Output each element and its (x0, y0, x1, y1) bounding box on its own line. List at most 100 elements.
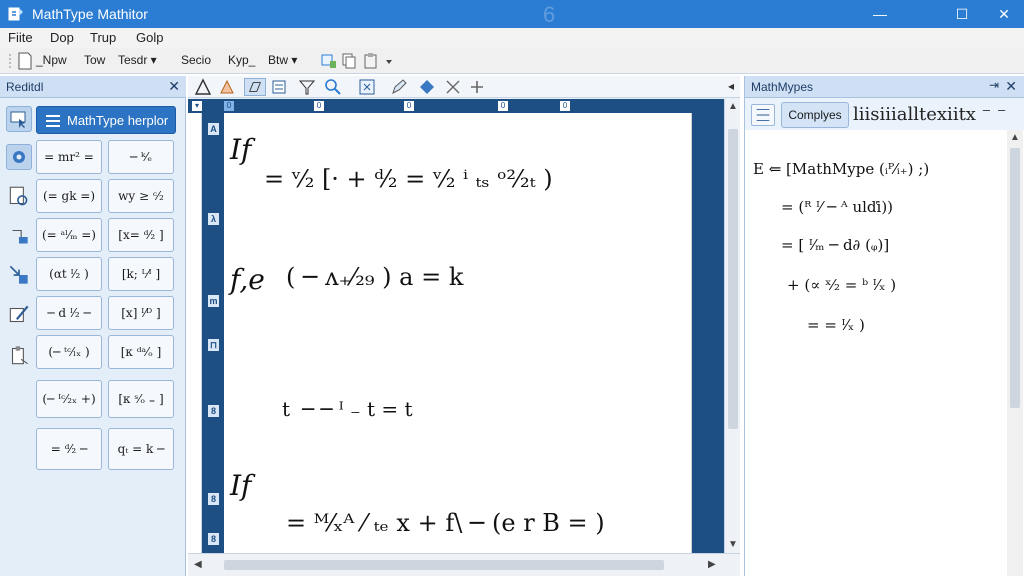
template-item[interactable]: qₜ = k ─ (108, 428, 174, 470)
search-doc-icon[interactable] (6, 184, 32, 210)
vruler-marker: λ (208, 213, 219, 225)
panel-overflow-text: liisiiialltexiitx ⁻ ⁻ (853, 104, 1007, 125)
insert-object-icon[interactable] (320, 52, 338, 70)
toolbar-kyp[interactable]: Kyp_ (228, 53, 255, 67)
toolbar-new[interactable]: _Npw (36, 53, 67, 67)
side-tool-settings[interactable] (6, 144, 32, 170)
scroll-down-arrow-icon[interactable]: ▼ (728, 539, 738, 550)
pin-icon[interactable]: ⇥ (989, 78, 999, 92)
filter-icon[interactable] (298, 78, 316, 96)
tab-complyes[interactable]: Complyes (781, 102, 849, 128)
template-item[interactable]: ─ d ᴵ⁄₂ ─ (36, 296, 102, 330)
paint-icon[interactable] (218, 78, 236, 96)
mathtypes-vscroll-thumb[interactable] (1010, 148, 1020, 408)
shape-tool-icon[interactable] (244, 78, 266, 96)
paste-dropdown-icon[interactable] (362, 52, 394, 70)
mathtypes-panel-close-icon[interactable]: ✕ (1005, 78, 1017, 95)
mathtypes-tab-row: Complyes liisiiialltexiitx ⁻ ⁻ (745, 98, 1024, 130)
helper-button-label: MathType herplor (67, 113, 169, 128)
close-button[interactable]: ✕ (982, 0, 1024, 28)
expand-arrows-icon[interactable] (6, 262, 32, 288)
toolbar-grip-icon (9, 54, 11, 68)
scissors-icon[interactable] (444, 78, 462, 96)
edit-pencil-icon[interactable] (6, 302, 32, 328)
mathtype-line[interactable]: = (ᴿ ᴵ⁄ ─ ᴬ ulďi)) (781, 198, 893, 216)
edit-icon[interactable] (390, 78, 408, 96)
screen-cursor-icon (10, 111, 26, 128)
vruler-marker: 8 (208, 405, 219, 417)
templates-panel-header: Reditdl ✕ (0, 76, 186, 98)
template-item[interactable]: ─ ᵏ⁄ₑ (108, 140, 174, 174)
template-item[interactable]: [κ ᵈᵃ⁄ₒ ] (108, 335, 174, 369)
editor-hscroll-thumb[interactable] (224, 560, 664, 570)
mathtype-line[interactable]: = = ᴵ⁄ₓ ) (807, 316, 865, 334)
editor-horizontal-scrollbar[interactable]: ◀ ▶ (188, 553, 740, 576)
equation-document[interactable]: If = ᵛ⁄₂ [· + ᵈ⁄₂ = ᵛ⁄₂ ⁱ ₜₛ ᵒ²⁄₂ₜ ) f,e… (224, 113, 692, 553)
layout-list-icon[interactable] (751, 104, 775, 126)
search-icon[interactable] (324, 78, 342, 96)
clipboard-icon[interactable] (6, 342, 32, 368)
mathtype-line[interactable]: = [ ᴵ⁄ₘ ─ d∂ (ᵩ)] (781, 236, 889, 254)
menu-item-file[interactable]: Fiite (8, 30, 33, 45)
equation-1-body[interactable]: = ᵛ⁄₂ [· + ᵈ⁄₂ = ᵛ⁄₂ ⁱ ₜₛ ᵒ²⁄₂ₜ ) (264, 165, 553, 193)
template-item[interactable]: (─ ᵗᶜ⁄ₗₓ ) (36, 335, 102, 369)
toolbar-tow[interactable]: Tow (84, 53, 105, 67)
menu-item-help[interactable]: Golp (136, 30, 163, 45)
template-item[interactable]: wy ≥ ᶜ⁄₂ (108, 179, 174, 213)
toolbar-secio[interactable]: Secio (181, 53, 211, 67)
editor-vscroll-thumb[interactable] (728, 129, 738, 429)
diamond-icon[interactable] (418, 78, 436, 96)
toolbar-tesdr[interactable]: Tesdr ▾ (118, 53, 157, 67)
template-item[interactable]: (= ᵃˡ⁄ₘ =) (36, 218, 102, 252)
triangle-warning-icon[interactable] (194, 78, 212, 96)
template-item[interactable]: [k; ᴸ⁄ᴵ ] (108, 257, 174, 291)
scroll-up-arrow-icon[interactable]: ▲ (728, 101, 738, 112)
cursor-select-icon[interactable] (6, 224, 32, 250)
templates-panel: Reditdl ✕ MathType herplor = mr² = ─ ᵏ⁄ₑ… (0, 76, 186, 576)
mathtype-helper-button[interactable]: MathType herplor (36, 106, 176, 134)
scroll-left-arrow-icon[interactable]: ◀ (194, 559, 202, 570)
copy-icon[interactable] (340, 52, 358, 70)
maximize-button[interactable]: ☐ (940, 0, 984, 28)
template-item[interactable]: (αt ᴵ⁄₂ ) (36, 257, 102, 291)
side-tool-screen[interactable] (6, 106, 32, 132)
toolbar-btw[interactable]: Btw ▾ (268, 53, 297, 67)
menu-bar: Fiite Dop Trup Golp (0, 28, 1024, 48)
equation-2-body[interactable]: ( ─ ᴧ₊⁄₂₉ ) a = k (286, 263, 463, 291)
vruler-marker: A (208, 123, 219, 135)
format-icon[interactable] (270, 78, 288, 96)
mathtype-line[interactable]: + (∝ ˣ⁄₂ = ᵇ ᴵ⁄ₓ ) (787, 276, 896, 294)
vertical-ruler: A λ m ⊓ 8 8 8 (202, 113, 224, 553)
plus-icon[interactable] (468, 78, 486, 96)
ruler-marker: 0 (498, 101, 508, 111)
template-item[interactable]: [κ ˢ⁄ₒ ₌ ] (108, 380, 174, 418)
equation-4-body[interactable]: = ᴹ⁄ₓᴬ ⁄ ₜₑ x + f\ ─ (e r B = ) (286, 509, 605, 537)
mathtype-line[interactable]: E ⇐ [MathMype (ᵢᴾ⁄ᵢ₊) ;) (753, 160, 929, 178)
vruler-marker: ⊓ (208, 339, 219, 351)
equation-1-lead: If (230, 133, 252, 166)
mathtypes-vertical-scrollbar[interactable]: ▲ (1007, 130, 1023, 576)
new-document-icon[interactable] (16, 52, 34, 70)
template-item[interactable]: [x= ᵈ⁄₂ ] (108, 218, 174, 252)
ruler-marker: 0 (404, 101, 414, 111)
templates-panel-close-icon[interactable]: ✕ (168, 78, 180, 95)
scroll-up-arrow-icon[interactable]: ▲ (1010, 132, 1020, 143)
vruler-marker: 8 (208, 533, 219, 545)
equation-3-body[interactable]: ─ ─ ᴵ ₋ t = t (302, 397, 413, 421)
menu-item-view[interactable]: Trup (90, 30, 116, 45)
vruler-marker: 8 (208, 493, 219, 505)
matrix-icon[interactable] (358, 78, 376, 96)
template-item[interactable]: [x] ᴵ⁄ᴰ ] (108, 296, 174, 330)
menu-item-edit[interactable]: Dop (50, 30, 74, 45)
minimize-button[interactable]: — (858, 0, 902, 28)
template-item[interactable]: (─ ᴵᶜ⁄₂ₓ +) (36, 380, 102, 418)
template-item[interactable]: = ᵈ⁄₂ ─ (36, 428, 102, 470)
editor-left-strip (188, 113, 202, 553)
template-item[interactable]: = mr² = (36, 140, 102, 174)
scroll-right-arrow-icon[interactable]: ▶ (708, 559, 716, 570)
editor-vertical-scrollbar[interactable]: ▲ ▼ (724, 99, 740, 553)
template-item[interactable]: (= gk =) (36, 179, 102, 213)
title-ghost-glyph: 6 (543, 2, 556, 27)
editor-toolbar-overflow-icon[interactable]: ◂ (728, 79, 734, 93)
horizontal-ruler: ▾ 0 0 0 0 0 (188, 99, 724, 113)
